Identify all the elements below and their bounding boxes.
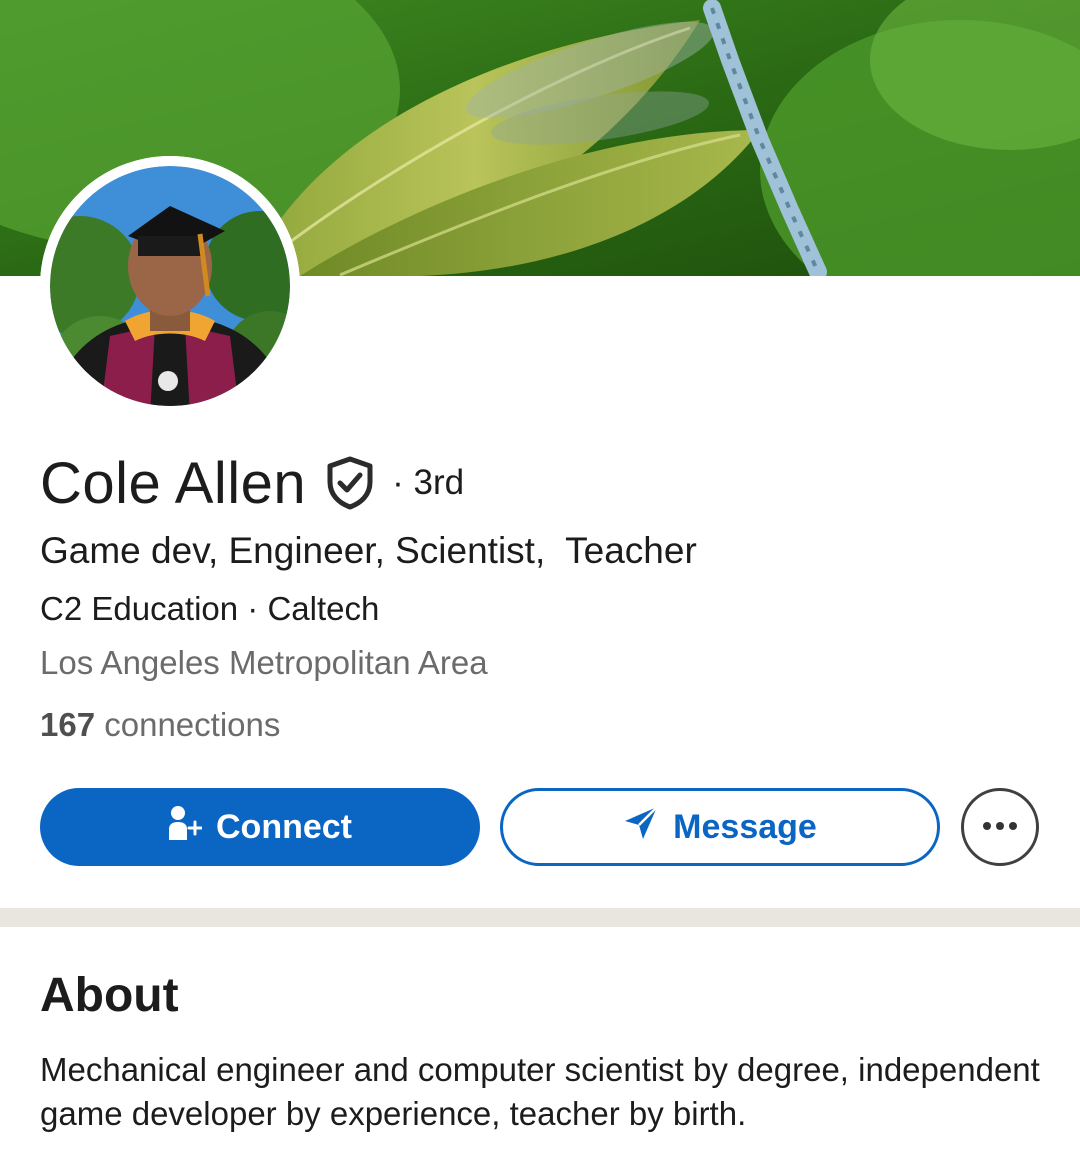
verified-shield-icon[interactable] [326, 456, 374, 510]
about-text: Mechanical engineer and computer scienti… [40, 1051, 1040, 1132]
profile-name: Cole Allen [40, 450, 307, 516]
message-label: Message [673, 807, 817, 846]
more-horizontal-icon [982, 818, 1018, 836]
connect-label: Connect [216, 807, 352, 846]
connection-degree: · 3rd [392, 463, 465, 502]
connections-number: 167 [40, 706, 96, 743]
profile-page: Cole Allen · 3rd Game dev, Engineer, Sci… [0, 0, 1080, 1175]
profile-avatar[interactable] [40, 156, 300, 416]
about-heading: About [40, 969, 179, 1022]
profile-headline: Game dev, Engineer, Scientist, Teacher [40, 530, 697, 571]
message-button[interactable]: Message [500, 788, 940, 866]
name-row: Cole Allen · 3rd [40, 448, 464, 518]
section-divider [0, 908, 1080, 927]
connections-count[interactable]: 167 connections [40, 706, 280, 744]
more-options-button[interactable] [961, 788, 1039, 866]
paper-plane-icon [623, 805, 659, 850]
add-person-icon [168, 805, 203, 850]
profile-organizations[interactable]: C2 Education · Caltech [40, 590, 379, 628]
connect-button[interactable]: Connect [40, 788, 480, 866]
connections-label: connections [104, 706, 281, 743]
profile-location: Los Angeles Metropolitan Area [40, 644, 488, 681]
